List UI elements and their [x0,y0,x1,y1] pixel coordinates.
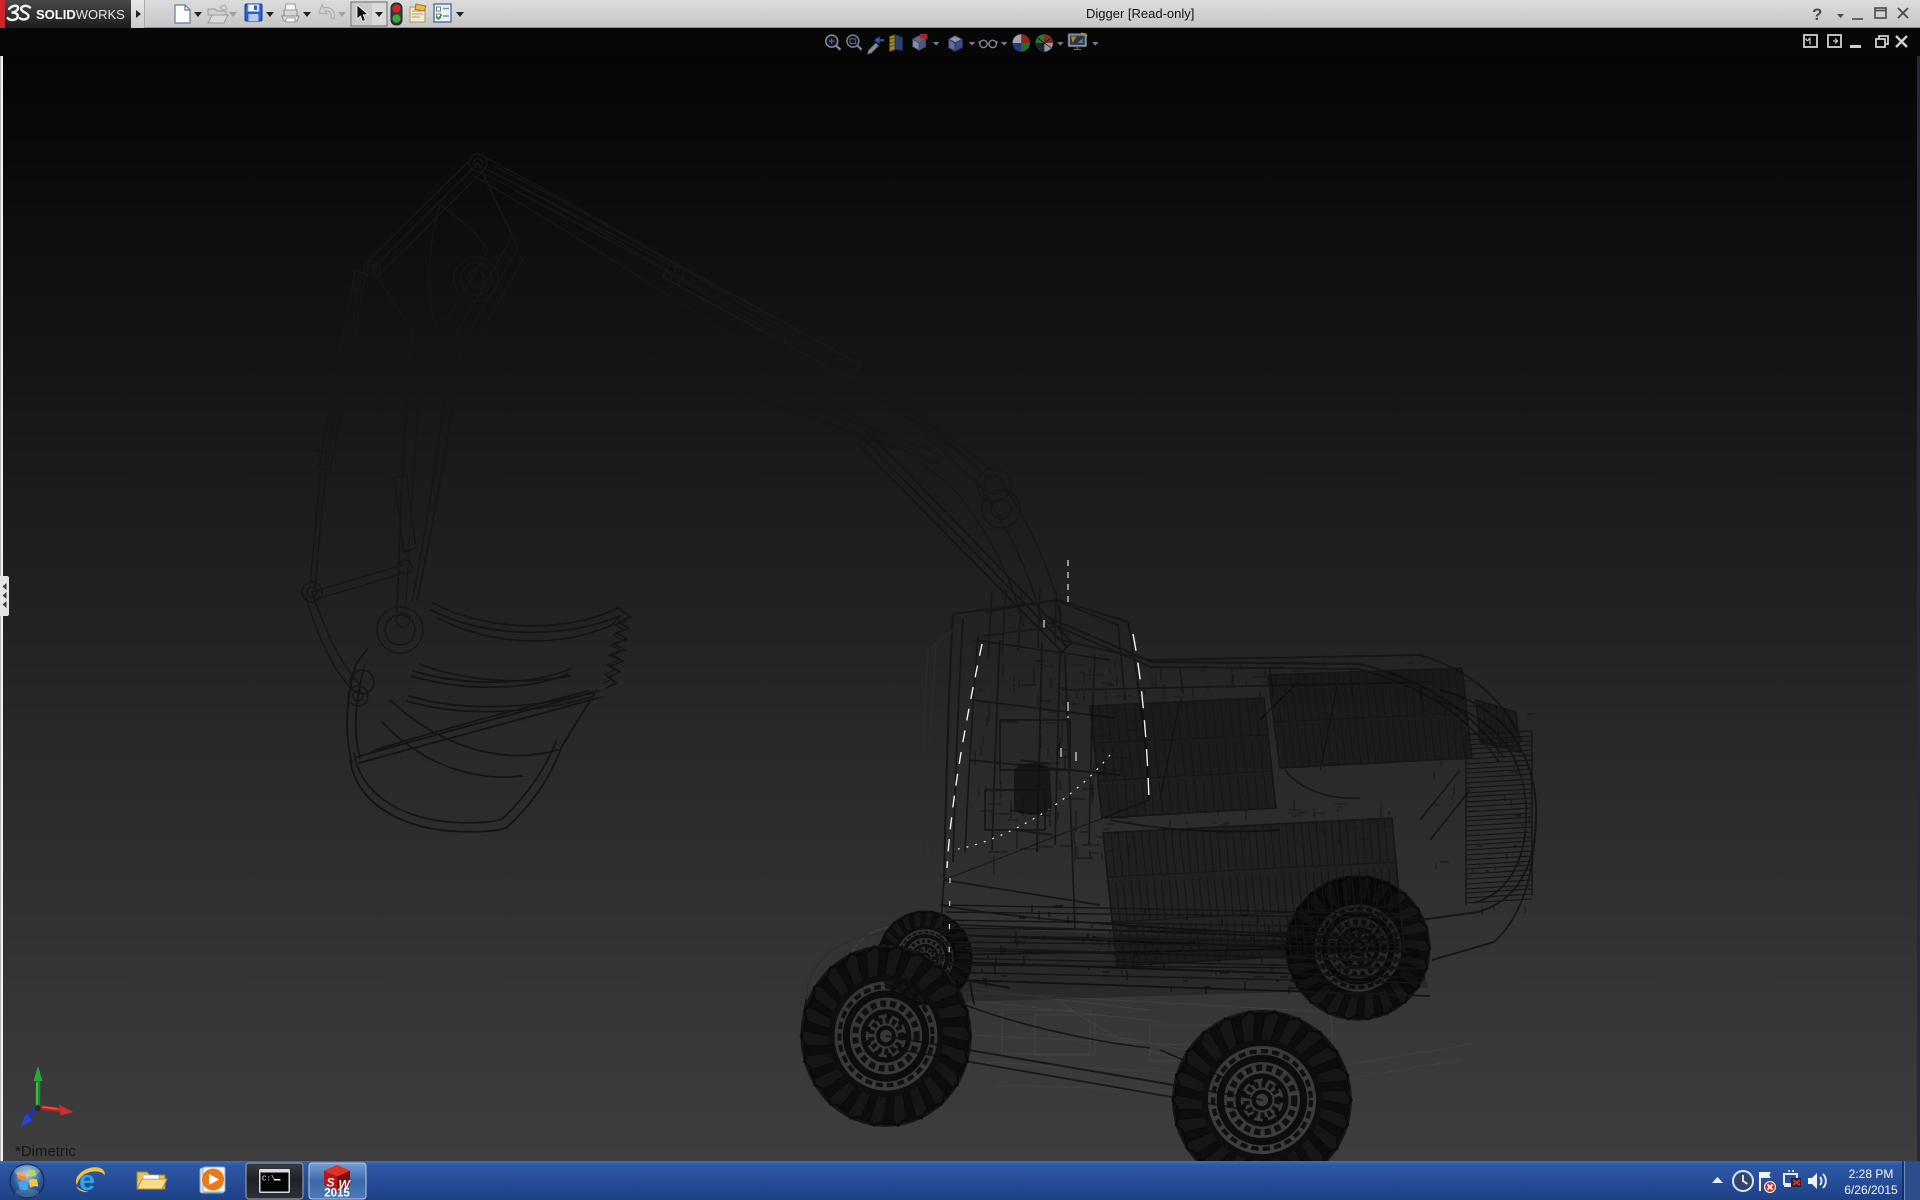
svg-text:?: ? [1812,5,1822,24]
svg-text:2015: 2015 [324,1188,350,1200]
svg-text:C:\: C:\ [262,1176,276,1184]
svg-text:2:28 PM: 2:28 PM [1849,1167,1894,1181]
svg-text:6/26/2015: 6/26/2015 [1844,1183,1898,1197]
